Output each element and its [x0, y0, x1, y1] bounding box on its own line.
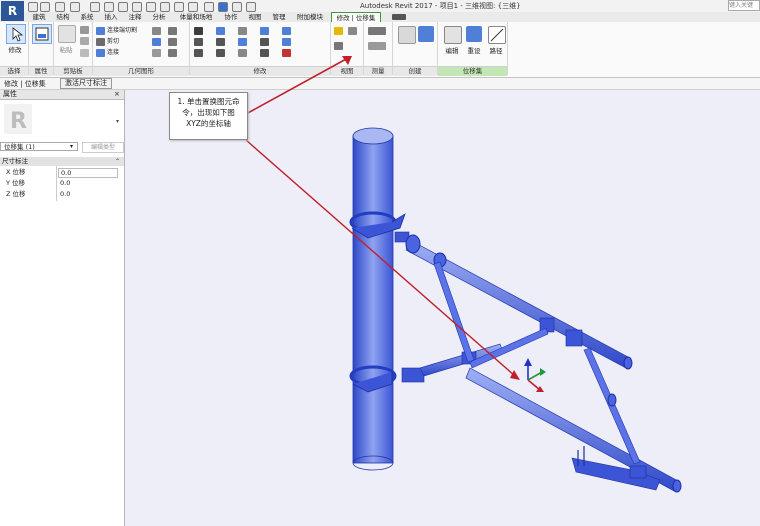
upper-support-arm[interactable] — [405, 234, 633, 370]
callout-line: XYZ的坐标轴 — [186, 119, 231, 128]
callout-line: 1. 单击置换图元命 — [177, 97, 240, 106]
revit-app-menu-button[interactable]: R — [1, 1, 24, 21]
model-drawing — [245, 56, 682, 493]
xyz-axis-gizmo[interactable] — [524, 358, 546, 392]
annotation-callout: 1. 单击置换图元命 令，出现如下图 XYZ的坐标轴 — [169, 92, 248, 140]
callout-line: 令，出现如下图 — [182, 108, 235, 117]
vertical-pipe-column[interactable] — [352, 127, 394, 471]
